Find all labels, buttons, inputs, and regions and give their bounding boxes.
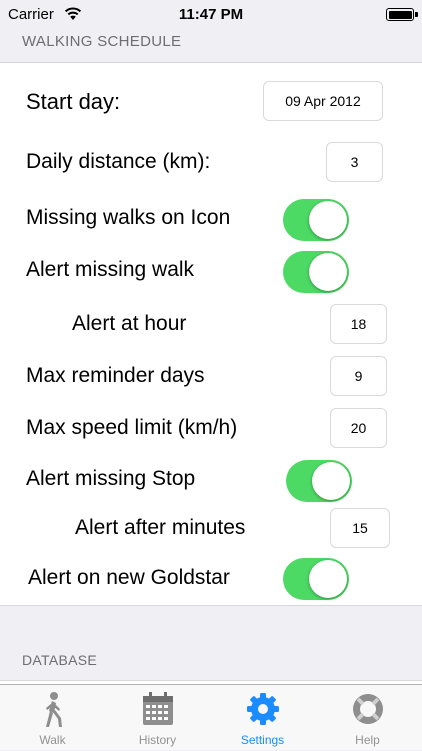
section-header-walking-schedule: WALKING SCHEDULE [22, 33, 182, 50]
max-reminder-days-field[interactable]: 9 [330, 356, 387, 396]
alert-missing-walk-label: Alert missing walk [26, 258, 195, 281]
battery-level [388, 10, 412, 19]
max-reminder-days-label: Max reminder days [26, 364, 205, 387]
tab-settings-label: Settings [240, 733, 285, 747]
gear-icon [246, 693, 279, 725]
alert-at-hour-field[interactable]: 18 [330, 304, 387, 344]
status-bar: Carrier 11:47 PM [0, 0, 422, 30]
start-day-field[interactable]: 09 Apr 2012 [263, 81, 383, 121]
alert-missing-stop-switch[interactable] [286, 460, 352, 502]
start-day-label: Start day: [26, 89, 121, 114]
switch-knob [312, 462, 350, 500]
missing-walks-icon-switch[interactable] [283, 199, 349, 241]
tab-bar: Walk History Settings Help [0, 684, 422, 750]
max-speed-limit-field[interactable]: 20 [330, 408, 387, 448]
daily-distance-label: Daily distance (km): [26, 150, 211, 173]
alert-after-minutes-field[interactable]: 15 [330, 508, 390, 548]
tab-history-label: History [138, 733, 177, 747]
alert-missing-walk-switch[interactable] [283, 251, 349, 293]
tab-walk-label: Walk [39, 733, 66, 747]
switch-knob [309, 253, 347, 291]
clock: 11:47 PM [178, 6, 244, 23]
missing-walks-icon-label: Missing walks on Icon [26, 206, 231, 229]
tab-help-label: Help [355, 733, 380, 747]
section-header-database: DATABASE [22, 652, 98, 668]
switch-knob [309, 201, 347, 239]
max-speed-limit-label: Max speed limit (km/h) [26, 416, 238, 439]
switch-knob [309, 560, 347, 598]
walking-person-icon [45, 692, 62, 727]
calendar-icon [142, 692, 173, 725]
lifebuoy-icon [352, 694, 383, 724]
alert-at-hour-label: Alert at hour [72, 312, 187, 335]
tab-help[interactable]: Help [315, 685, 420, 751]
tab-history[interactable]: History [105, 685, 210, 751]
battery-icon [386, 8, 418, 21]
daily-distance-field[interactable]: 3 [326, 142, 383, 182]
tab-walk[interactable]: Walk [0, 685, 105, 751]
alert-missing-stop-label: Alert missing Stop [26, 467, 196, 490]
alert-after-minutes-label: Alert after minutes [75, 516, 246, 539]
alert-new-goldstar-label: Alert on new Goldstar [28, 566, 230, 589]
settings-card: Start day: 09 Apr 2012 Daily distance (k… [0, 62, 422, 606]
tab-settings[interactable]: Settings [210, 685, 315, 751]
alert-new-goldstar-switch[interactable] [283, 558, 349, 600]
